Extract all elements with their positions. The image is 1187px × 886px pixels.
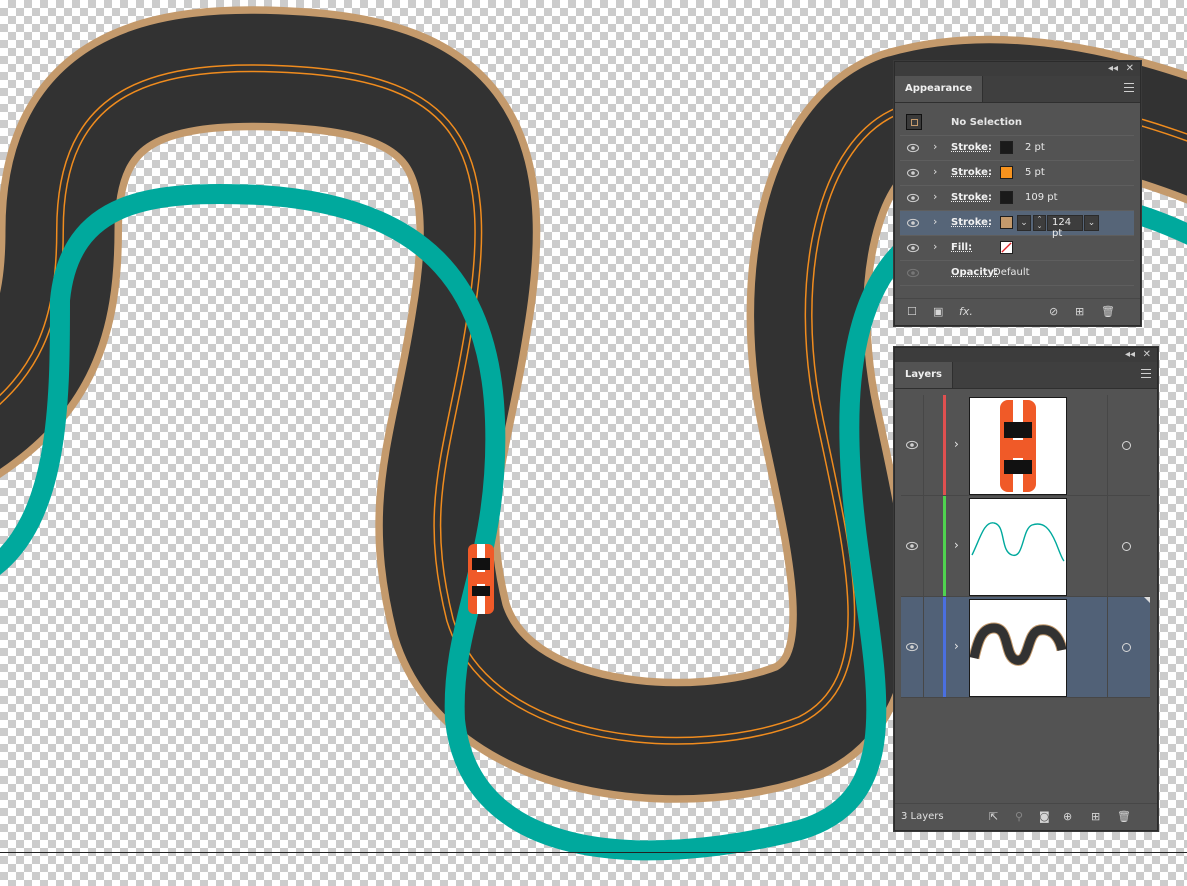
new-stroke-icon[interactable]: ☐ (907, 305, 917, 318)
visibility-eye-icon[interactable] (906, 541, 918, 551)
panel-topbar[interactable]: ◂◂ ✕ (895, 348, 1157, 362)
appearance-header-row[interactable]: No Selection (900, 111, 1134, 136)
delete-layer-icon[interactable]: 🗑 (1117, 810, 1131, 823)
export-icon[interactable]: ⇱ (989, 810, 998, 823)
expand-chevron-icon[interactable]: › (933, 240, 937, 253)
color-swatch[interactable] (1000, 166, 1013, 179)
expand-layer-chevron-icon[interactable]: › (954, 639, 959, 653)
expand-chevron-icon[interactable]: › (933, 140, 937, 153)
clear-appearance-icon[interactable]: ⊘ (1049, 305, 1058, 318)
panel-topbar[interactable]: ◂◂ ✕ (895, 62, 1140, 76)
layers-panel[interactable]: ◂◂ ✕ Layers › › › 3 Layers ⇱ ⚲ ◙ ⊕ ⊞ 🗑 (894, 347, 1158, 831)
color-swatch[interactable] (1000, 141, 1013, 154)
layer-color-indicator (943, 496, 946, 596)
lock-column[interactable] (923, 597, 924, 697)
attribute-value[interactable]: 109 pt (1025, 192, 1058, 203)
expand-chevron-icon[interactable]: › (933, 165, 937, 178)
lock-column[interactable] (923, 395, 924, 495)
appearance-row[interactable]: › Stroke: 5 pt (900, 161, 1134, 186)
layer-divider (1107, 597, 1108, 697)
stroke-weight-stepper[interactable]: ⌃ ⌄ (1033, 215, 1046, 231)
layer-thumbnail (969, 397, 1067, 495)
appearance-tabbar: Appearance (895, 76, 1140, 103)
layer-color-indicator (943, 597, 946, 697)
tab-appearance[interactable]: Appearance (895, 76, 984, 102)
selection-corner-icon (1144, 597, 1150, 603)
appearance-row[interactable]: › Stroke: 109 pt (900, 186, 1134, 211)
clipping-mask-icon[interactable]: ◙ (1039, 810, 1050, 823)
layer-target-icon[interactable] (1122, 441, 1131, 450)
layer-count: 3 Layers (901, 811, 944, 822)
panel-menu-icon[interactable] (1124, 83, 1134, 92)
artboard-edge (0, 852, 1187, 853)
collapse-icon[interactable]: ◂◂ (1125, 348, 1135, 362)
layer-color-indicator (943, 395, 946, 495)
expand-layer-chevron-icon[interactable]: › (954, 437, 959, 451)
panel-menu-icon[interactable] (1141, 369, 1151, 378)
close-icon[interactable]: ✕ (1143, 348, 1151, 362)
layer-thumbnail (968, 599, 1068, 697)
collapse-icon[interactable]: ◂◂ (1108, 62, 1118, 76)
locate-object-icon[interactable]: ⚲ (1015, 810, 1023, 823)
fx-icon[interactable]: fx. (959, 305, 973, 318)
layers-tabbar: Layers (895, 362, 1157, 389)
delete-item-icon[interactable]: 🗑 (1101, 305, 1115, 318)
visibility-eye-icon[interactable] (907, 243, 919, 253)
visibility-eye-icon[interactable] (907, 193, 919, 203)
swatch-dropdown-icon[interactable]: ⌄ (1017, 215, 1031, 231)
color-swatch[interactable] (1000, 191, 1013, 204)
tab-layers[interactable]: Layers (895, 362, 953, 388)
layer-thumbnail (969, 498, 1067, 596)
visibility-eye-icon[interactable] (907, 218, 919, 228)
attribute-value[interactable]: 2 pt (1025, 142, 1045, 153)
attribute-label[interactable]: Stroke: (951, 192, 992, 203)
layer-divider (1107, 496, 1108, 596)
duplicate-item-icon[interactable]: ⊞ (1075, 305, 1084, 318)
layer-target-icon[interactable] (1122, 542, 1131, 551)
visibility-eye-icon[interactable] (907, 168, 919, 178)
attribute-label[interactable]: Stroke: (951, 167, 992, 178)
layer-row[interactable]: › (901, 395, 1150, 496)
new-layer-icon[interactable]: ⊞ (1091, 810, 1100, 823)
expand-chevron-icon[interactable]: › (933, 190, 937, 203)
color-swatch[interactable] (1000, 216, 1013, 229)
appearance-row[interactable]: Opacity: Default (900, 261, 1134, 286)
visibility-eye-icon[interactable] (907, 268, 919, 278)
visibility-eye-icon[interactable] (906, 440, 918, 450)
attribute-label[interactable]: Stroke: (951, 217, 992, 228)
no-selection-label: No Selection (951, 117, 1023, 128)
attribute-label[interactable]: Fill: (951, 242, 972, 253)
layer-row[interactable]: › (901, 496, 1150, 597)
layers-footer: 3 Layers ⇱ ⚲ ◙ ⊕ ⊞ 🗑 (895, 803, 1157, 830)
stroke-weight-dropdown-icon[interactable]: ⌄ (1084, 215, 1099, 231)
attribute-label[interactable]: Stroke: (951, 142, 992, 153)
attribute-value[interactable]: 5 pt (1025, 167, 1045, 178)
expand-layer-chevron-icon[interactable]: › (954, 538, 959, 552)
visibility-eye-icon[interactable] (906, 642, 918, 652)
expand-chevron-icon[interactable]: › (933, 215, 937, 228)
race-car[interactable] (468, 544, 494, 614)
layer-divider (1107, 395, 1108, 495)
new-fill-icon[interactable]: ▣ (933, 305, 943, 318)
appearance-row[interactable]: › Stroke: ⌄ ⌃ ⌄ 124 pt ⌄ (900, 211, 1134, 239)
object-thumbnail-icon (906, 114, 922, 130)
none-swatch-icon[interactable] (1000, 241, 1013, 254)
appearance-row[interactable]: › Fill: (900, 236, 1134, 261)
attribute-label[interactable]: Opacity: (951, 267, 998, 278)
new-sublayer-icon[interactable]: ⊕ (1063, 810, 1072, 823)
stroke-weight-field[interactable]: 124 pt (1047, 215, 1083, 239)
close-icon[interactable]: ✕ (1126, 62, 1134, 76)
layer-target-icon[interactable] (1122, 643, 1131, 652)
layer-row[interactable]: › (901, 597, 1150, 698)
appearance-footer: ☐ ▣ fx. ⊘ ⊞ 🗑 (895, 298, 1140, 325)
lock-column[interactable] (923, 496, 924, 596)
appearance-row[interactable]: › Stroke: 2 pt (900, 136, 1134, 161)
attribute-value[interactable]: Default (993, 267, 1030, 278)
visibility-eye-icon[interactable] (907, 143, 919, 153)
appearance-panel[interactable]: ◂◂ ✕ Appearance No Selection › Stroke: 2 p… (894, 61, 1141, 326)
